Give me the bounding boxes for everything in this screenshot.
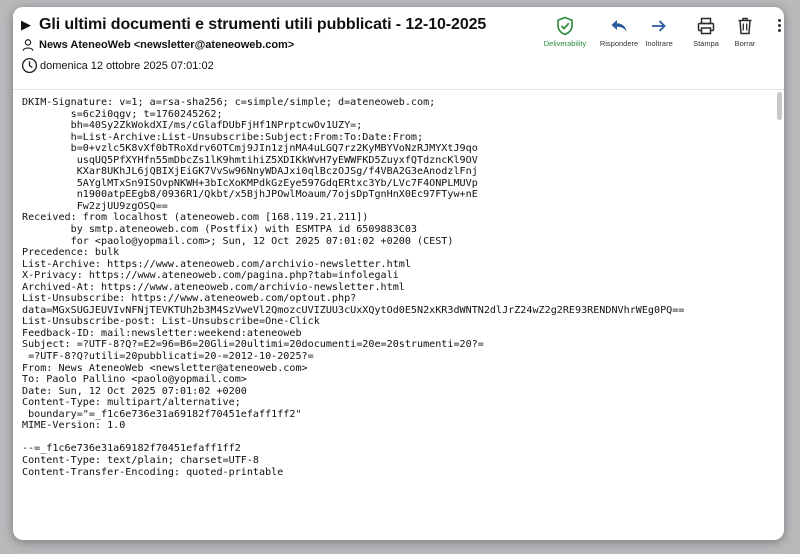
source-line: =?UTF-8?Q?utili=20pubblicati=20-=2012-10… [22,351,314,363]
more-dot [777,19,781,22]
disclosure-triangle-icon[interactable]: ▶ [21,17,31,33]
source-line: Date: Sun, 12 Oct 2025 07:01:02 +0200 [22,385,247,397]
sender-address[interactable]: News AteneoWeb <newsletter@ateneoweb.com… [39,39,294,51]
deliverability-button[interactable]: Deliverability [543,16,587,48]
reply-label: Rispondere [599,39,639,48]
source-line: data=MGxSUGJEUVIvNFNjTEVKTUh2b3M4SzVweVl… [22,304,685,316]
source-line: MIME-Version: 1.0 [22,420,126,432]
source-line: To: Paolo Pallino <paolo@yopmail.com> [22,374,247,386]
scrollbar-thumb[interactable] [777,92,782,120]
source-line: List-Unsubscribe: https://www.ateneoweb.… [22,293,357,305]
subject-row: ▶ Gli ultimi documenti e strumenti utili… [21,16,486,34]
sender-row: News AteneoWeb <newsletter@ateneoweb.com… [21,38,294,52]
source-line: for <paolo@yopmail.com>; Sun, 12 Oct 202… [22,235,454,247]
source-line: Feedback-ID: mail:newsletter:weekend:ate… [22,327,302,339]
forward-label: Inoltrare [645,39,673,48]
source-line: Fw2zjUU9zgOSQ== [22,200,168,212]
more-dot [777,29,781,32]
person-icon [22,39,34,51]
source-line: X-Privacy: https://www.ateneoweb.com/pag… [22,270,399,282]
source-line: 5AYglMTxSn9ISOvpNKWH+3bIcXoKMPdkGzEye597… [22,177,478,189]
source-line: boundary="=_f1c6e736e31a69182f70451efaff… [22,408,302,420]
source-line: n1900atpEEgb8/0936R1/Qkbt/x5BjhJPOwlMoau… [22,189,478,201]
clock-icon [21,57,38,74]
delete-button[interactable]: Borrar [727,16,763,48]
print-button[interactable]: Stampa [690,16,722,48]
reply-arrow-icon [611,20,627,32]
vertical-scrollbar[interactable] [777,92,782,532]
shield-check-icon [557,16,573,36]
deliverability-label: Deliverability [543,39,587,48]
message-subject: Gli ultimi documenti e strumenti utili p… [39,16,487,33]
source-line: by smtp.ateneoweb.com (Postfix) with ESM… [22,224,418,236]
source-line: Subject: =?UTF-8?Q?=E2=96=B6=20Gli=20ult… [22,339,484,351]
message-source-view[interactable]: DKIM-Signature: v=1; a=rsa-sha256; c=sim… [13,89,784,540]
trash-icon [738,17,752,35]
source-line: Content-Type: text/plain; charset=UTF-8 [22,454,260,466]
source-line: bh=40Sy2ZkWokdXI/ms/cGlafDUbFjHf1NPrptcw… [22,120,363,132]
source-line: --=_f1c6e736e31a69182f70451efaff1ff2 [22,443,241,455]
print-label: Stampa [693,39,719,48]
source-line: List-Archive: https://www.ateneoweb.com/… [22,258,411,270]
more-options-icon[interactable] [775,16,783,33]
source-line: Archived-At: https://www.ateneoweb.com/a… [22,281,405,293]
printer-icon [697,17,715,35]
source-line: h=List-Archive:List-Unsubscribe:Subject:… [22,131,424,143]
forward-arrow-icon [652,20,666,32]
delete-label: Borrar [734,39,756,48]
source-line: b=0+vzlc5K8vXf0bTRoXdrv6OTCmj9JIn1zjnMA4… [22,143,478,155]
message-toolbar: Deliverability Rispondere Inoltrare Stam… [543,16,783,48]
source-line: Precedence: bulk [22,247,120,259]
source-line: usqUQ5PfXYHfn55mDbcZs1lK9hmtihiZ5XDIKkWv… [22,154,478,166]
source-line: KXar8UKhJL6jQBIXjEiGK7VvSw96NnyWDAJxi0ql… [22,166,478,178]
reply-button[interactable]: Rispondere [597,16,641,48]
more-dot [777,24,781,27]
source-line: Received: from localhost (ateneoweb.com … [22,212,369,224]
source-line: List-Unsubscribe-post: List-Unsubscribe=… [22,316,320,328]
message-date: domenica 12 ottobre 2025 07:01:02 [40,59,214,72]
source-line: From: News AteneoWeb <newsletter@ateneow… [22,362,308,374]
forward-button[interactable]: Inoltrare [642,16,676,48]
message-window: ▶ Gli ultimi documenti e strumenti utili… [13,7,784,540]
source-line: DKIM-Signature: v=1; a=rsa-sha256; c=sim… [22,97,436,108]
raw-message-source: DKIM-Signature: v=1; a=rsa-sha256; c=sim… [22,97,684,478]
source-line: s=6c2i0qgv; t=1760245262; [22,108,223,120]
date-row: domenica 12 ottobre 2025 07:01:02 [21,57,214,74]
source-line: Content-Type: multipart/alternative; [22,397,241,409]
source-line: Content-Transfer-Encoding: quoted-printa… [22,466,284,478]
message-header: ▶ Gli ultimi documenti e strumenti utili… [13,7,784,87]
